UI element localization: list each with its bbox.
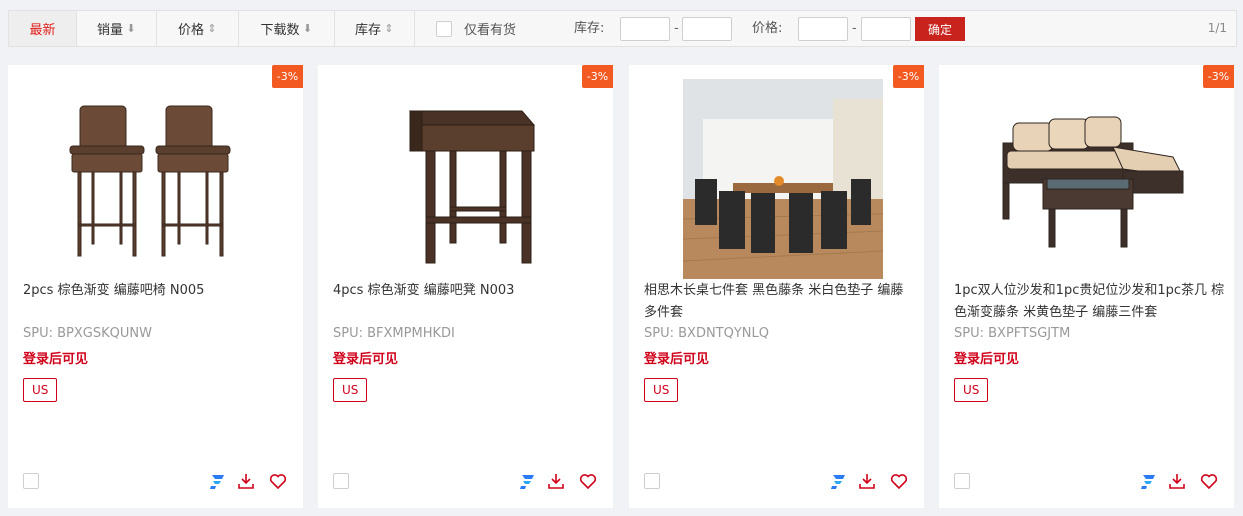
product-image[interactable] [683,79,883,279]
brand-logo-icon[interactable] [516,470,538,492]
product-card[interactable]: -3% 相思木长桌七件套 黑色藤条 米白色垫子 编藤多件套 SPU: BXDNT… [629,65,924,508]
download-icon[interactable] [235,470,257,492]
range-dash: - [852,21,857,36]
stock-max-input[interactable] [682,17,732,41]
region-tag: US [23,378,58,402]
sort-updown-icon: ⇕ [384,21,394,35]
region-tag: US [333,378,368,402]
product-image[interactable] [372,79,572,279]
select-checkbox[interactable] [644,473,660,489]
page-count: 1/1 [1207,21,1227,35]
sort-tab-newest[interactable]: 最新 [9,11,77,46]
product-image[interactable] [62,79,262,279]
wicker-bar-chairs-image [69,105,231,257]
heart-icon[interactable] [577,470,599,492]
sort-tab-downloads[interactable]: 下载数 ⬇ [239,11,335,46]
sort-tab-label: 下载数 [260,23,300,38]
sort-tab-label: 最新 [29,23,56,38]
product-image[interactable] [993,79,1193,279]
select-checkbox[interactable] [23,473,39,489]
sort-tab-sales[interactable]: 销量 ⬇ [77,11,157,46]
sort-tab-label: 价格 [177,23,204,38]
price-min-input[interactable] [798,17,848,41]
sort-tab-price[interactable]: 价格 ⇕ [157,11,239,46]
discount-badge: -3% [893,65,924,88]
discount-badge: -3% [1203,65,1234,88]
product-spu: SPU: BXPFTSGJTM [954,326,1071,341]
product-title[interactable]: 2pcs 棕色渐变 编藤吧椅 N005 [23,280,295,302]
login-to-view-price: 登录后可见 [644,352,710,367]
product-card[interactable]: -3% 1pc双人位沙发和1pc贵妃位沙发和1pc茶几 棕色渐变藤条 米黄色垫子… [939,65,1234,508]
heart-icon[interactable] [1198,470,1220,492]
download-icon[interactable] [545,470,567,492]
product-title[interactable]: 4pcs 棕色渐变 编藤吧凳 N003 [333,280,605,302]
sort-tab-label: 库存 [354,23,381,38]
price-max-input[interactable] [861,17,911,41]
sort-down-icon: ⬇ [126,21,136,35]
only-in-stock-label: 仅看有货 [464,23,517,38]
product-card[interactable]: -3% 2pcs 棕色渐变 编藤吧椅 N005 SPU: BPXGSKQUNW … [8,65,303,508]
discount-badge: -3% [582,65,613,88]
product-spu: SPU: BFXMPMHKDI [333,326,455,341]
stock-filter-label: 库存: [574,21,605,36]
confirm-filter-button[interactable]: 确定 [915,17,965,41]
login-to-view-price: 登录后可见 [954,352,1020,367]
heart-icon[interactable] [888,470,910,492]
patio-dining-set-photo [683,79,883,279]
sort-down-icon: ⬇ [302,21,313,35]
download-icon[interactable] [856,470,878,492]
sort-tab-label: 销量 [96,23,123,38]
product-spu: SPU: BPXGSKQUNW [23,326,152,341]
select-checkbox[interactable] [333,473,349,489]
select-checkbox[interactable] [954,473,970,489]
product-title[interactable]: 相思木长桌七件套 黑色藤条 米白色垫子 编藤多件套 [644,280,916,324]
sort-updown-icon: ⇕ [207,21,217,35]
stock-min-input[interactable] [620,17,670,41]
region-tag: US [954,378,989,402]
only-in-stock-checkbox[interactable] [436,20,452,37]
brand-logo-icon[interactable] [206,470,228,492]
brand-logo-icon[interactable] [1137,470,1159,492]
sort-tab-stock[interactable]: 库存 ⇕ [335,11,415,46]
filter-toolbar: 最新 销量 ⬇ 价格 ⇕ 下载数 ⬇ 库存 ⇕ 仅看有货 库存: - 价格: -… [8,10,1237,47]
product-card[interactable]: -3% 4pcs 棕色渐变 编藤吧凳 N003 SPU: BFXMPMHKDI … [318,65,613,508]
product-spu: SPU: BXDNTQYNLQ [644,326,769,341]
wicker-bar-stool-image [408,110,536,264]
range-dash: - [674,21,679,36]
product-title[interactable]: 1pc双人位沙发和1pc贵妃位沙发和1pc茶几 棕色渐变藤条 米黄色垫子 编藤三… [954,280,1226,324]
brand-logo-icon[interactable] [827,470,849,492]
download-icon[interactable] [1166,470,1188,492]
login-to-view-price: 登录后可见 [23,352,89,367]
login-to-view-price: 登录后可见 [333,352,399,367]
only-in-stock-toggle[interactable]: 仅看有货 [436,11,516,46]
price-filter-label: 价格: [752,21,783,36]
heart-icon[interactable] [267,470,289,492]
wicker-sofa-set-image [1002,116,1184,248]
region-tag: US [644,378,679,402]
discount-badge: -3% [272,65,303,88]
